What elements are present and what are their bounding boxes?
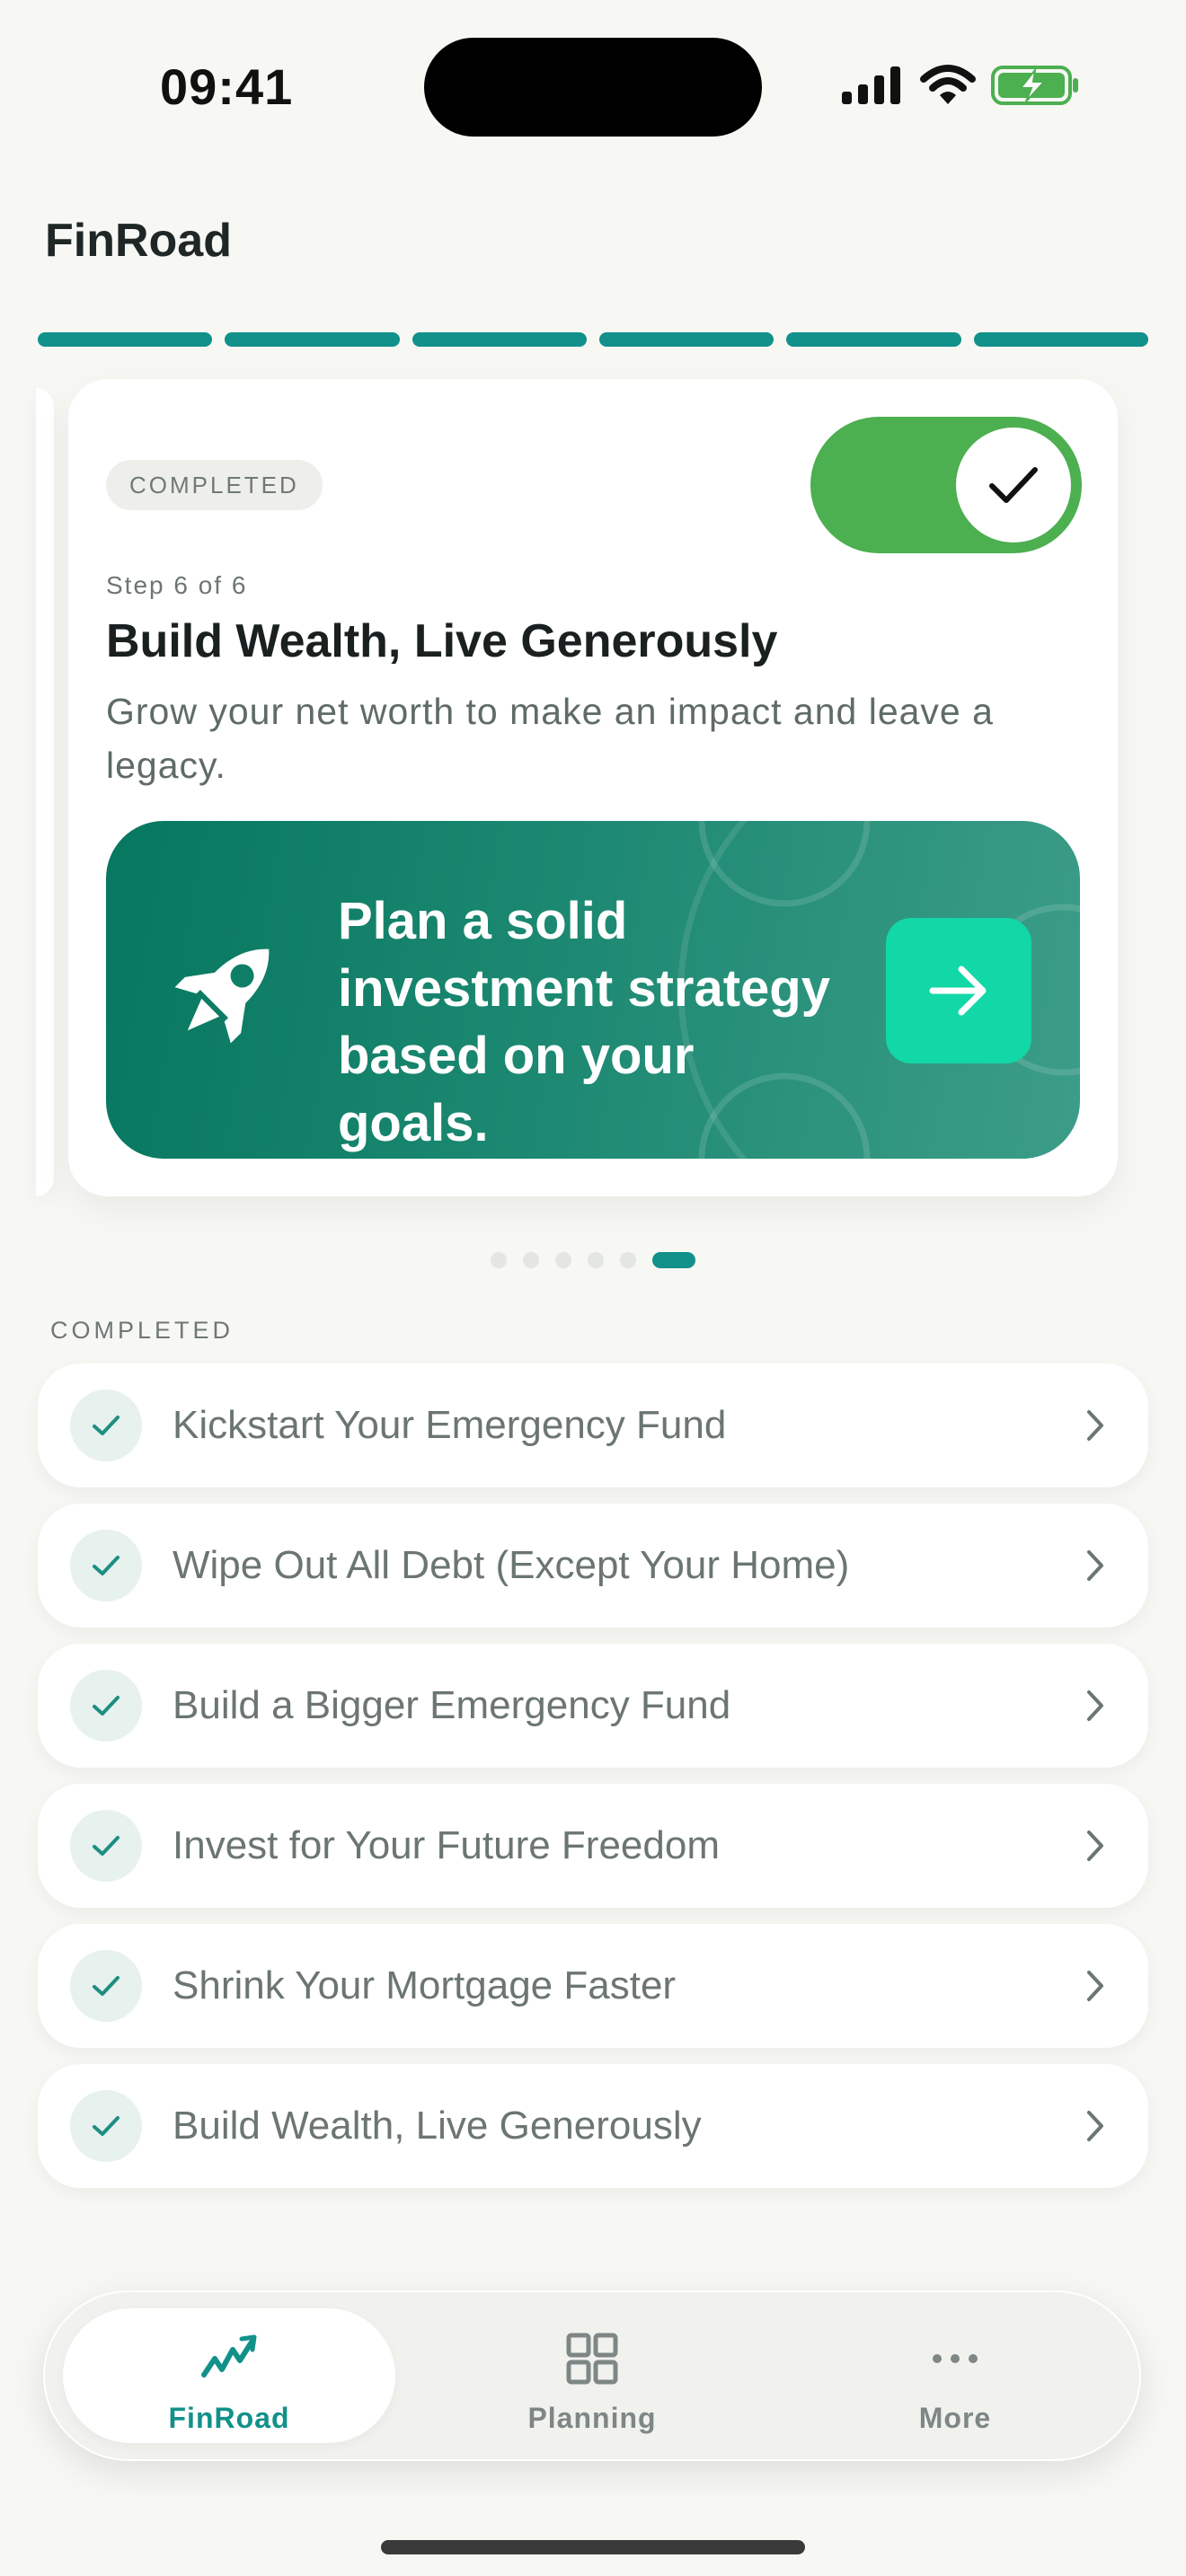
card-description: Grow your net worth to make an impact an… — [106, 691, 994, 786]
status-badge: COMPLETED — [106, 460, 323, 510]
status-time: 09:41 — [160, 58, 294, 115]
grid-icon — [566, 2333, 618, 2385]
list-item[interactable]: Invest for Your Future Freedom — [38, 1784, 1148, 1908]
app-title: FinRoad — [45, 215, 232, 267]
checkmark-icon — [93, 1556, 119, 1575]
checkmark-icon — [989, 467, 1038, 503]
chevron-right-icon — [1087, 1831, 1103, 1861]
cta-arrow-button[interactable] — [886, 918, 1031, 1063]
tab-planning[interactable]: Planning — [426, 2308, 758, 2443]
checkmark-icon — [93, 1416, 119, 1435]
step-card[interactable]: COMPLETED Step 6 of 6 Build Wealth, Live… — [68, 379, 1118, 1196]
step-counter: Step 6 of 6 — [106, 571, 248, 599]
battery-charging-icon — [991, 66, 1078, 105]
check-circle-icon — [70, 1950, 142, 2022]
tab-finroad[interactable]: FinRoad — [63, 2308, 395, 2443]
investment-strategy-cta[interactable]: Plan a solid investment strategy based o… — [106, 821, 1080, 1159]
pagination-dot[interactable] — [588, 1252, 604, 1268]
progress-segment — [973, 332, 1148, 347]
check-circle-icon — [70, 1530, 142, 1601]
list-item[interactable]: Shrink Your Mortgage Faster — [38, 1924, 1148, 2048]
list-item-label: Invest for Your Future Freedom — [173, 1823, 720, 1867]
list-item-label: Build Wealth, Live Generously — [173, 2104, 702, 2148]
chevron-right-icon — [1087, 2111, 1103, 2141]
tab-label: FinRoad — [168, 2402, 290, 2434]
check-circle-icon — [70, 2090, 142, 2162]
list-item-label: Kickstart Your Emergency Fund — [173, 1403, 727, 1447]
progress-segment — [786, 332, 961, 347]
pagination-dot[interactable] — [491, 1252, 507, 1268]
pagination-dot-active[interactable] — [652, 1252, 695, 1268]
chevron-right-icon — [1087, 1550, 1103, 1581]
list-item[interactable]: Build Wealth, Live Generously — [38, 2064, 1148, 2188]
check-circle-icon — [70, 1810, 142, 1882]
progress-segment — [598, 332, 774, 347]
tab-more[interactable]: More — [789, 2308, 1121, 2443]
completed-steps-list: Kickstart Your Emergency Fund Wipe Out A… — [38, 1363, 1148, 2204]
cellular-signal-icon — [842, 66, 900, 104]
cta-text: Plan a solid investment strategy based o… — [338, 892, 830, 1152]
pagination-dot[interactable] — [555, 1252, 571, 1268]
pagination-dot[interactable] — [523, 1252, 539, 1268]
checkmark-icon — [93, 2116, 119, 2136]
chevron-right-icon — [1087, 1410, 1103, 1441]
progress-segment — [38, 332, 213, 347]
check-circle-icon — [70, 1670, 142, 1742]
tab-label: More — [918, 2402, 992, 2434]
chevron-right-icon — [1087, 1690, 1103, 1721]
previous-card-peek[interactable] — [36, 388, 54, 1196]
rocket-icon — [174, 948, 270, 1044]
tab-label: Planning — [527, 2402, 657, 2434]
ellipsis-icon — [933, 2354, 978, 2363]
list-item[interactable]: Kickstart Your Emergency Fund — [38, 1363, 1148, 1487]
progress-segment — [225, 332, 400, 347]
wifi-icon — [920, 65, 976, 104]
home-indicator[interactable] — [381, 2540, 805, 2554]
list-item-label: Wipe Out All Debt (Except Your Home) — [173, 1543, 850, 1587]
toggle-knob — [956, 428, 1071, 543]
checkmark-icon — [93, 1836, 119, 1856]
carousel-pagination[interactable] — [491, 1252, 695, 1268]
check-circle-icon — [70, 1389, 142, 1461]
pagination-dot[interactable] — [620, 1252, 636, 1268]
checkmark-icon — [93, 1976, 119, 1996]
chart-trend-icon — [201, 2334, 257, 2378]
roadmap-progress-bar — [38, 332, 1148, 347]
dynamic-island — [424, 38, 762, 137]
list-item[interactable]: Wipe Out All Debt (Except Your Home) — [38, 1504, 1148, 1628]
checkmark-icon — [93, 1696, 119, 1716]
step-complete-toggle[interactable] — [810, 417, 1082, 553]
list-item[interactable]: Build a Bigger Emergency Fund — [38, 1644, 1148, 1768]
arrow-right-icon — [929, 966, 987, 1016]
progress-segment — [412, 332, 587, 347]
section-label-completed: COMPLETED — [50, 1317, 235, 1344]
card-title: Build Wealth, Live Generously — [106, 615, 778, 667]
chevron-right-icon — [1087, 1971, 1103, 2001]
status-bar: 09:41 — [0, 0, 1186, 171]
list-item-label: Build a Bigger Emergency Fund — [173, 1683, 731, 1727]
bottom-tab-bar: FinRoad Planning More — [43, 2290, 1141, 2461]
list-item-label: Shrink Your Mortgage Faster — [173, 1963, 677, 2007]
